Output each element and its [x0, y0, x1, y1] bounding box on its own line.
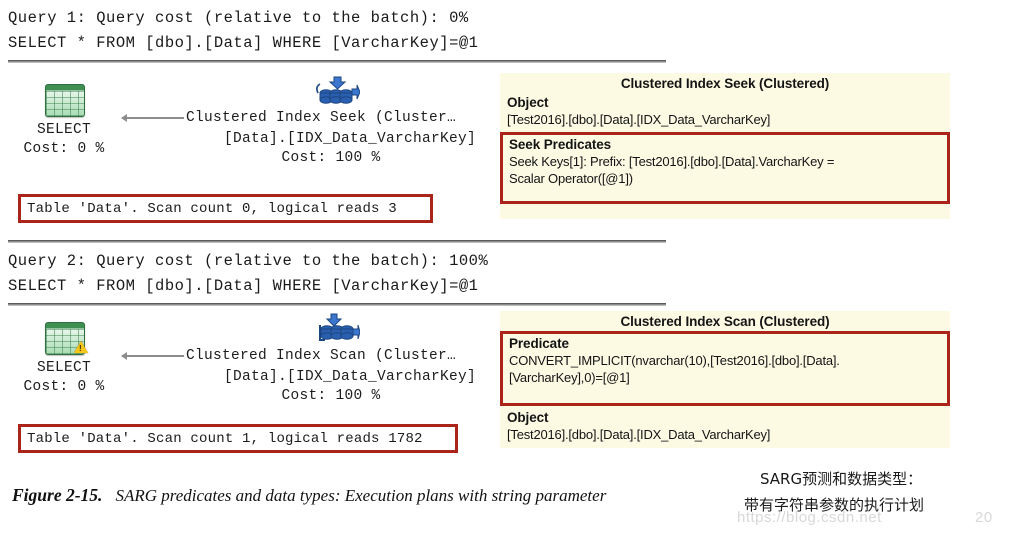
query2-divider-top — [8, 240, 666, 243]
plan1-stats-box: Table 'Data'. Scan count 0, logical read… — [18, 194, 433, 223]
plan2-tooltip-predicate-line2: [VarcharKey],0)=[@1] — [509, 370, 630, 385]
query2-header-line1: Query 2: Query cost (relative to the bat… — [8, 252, 489, 270]
plan1-tooltip-object-heading: Object — [507, 95, 549, 110]
clustered-index-scan-icon — [314, 313, 361, 347]
plan2-select-cost: Cost: 0 % — [23, 379, 105, 395]
annotation-line1: SARG预测和数据类型： — [760, 470, 923, 488]
plan1-tooltip-title: Clustered Index Seek (Clustered) — [620, 76, 830, 91]
plan2-stats-box: Table 'Data'. Scan count 1, logical read… — [18, 424, 458, 453]
plan2-tooltip-object-heading: Object — [507, 410, 549, 425]
query2-divider-bottom — [8, 303, 666, 306]
plan1-tooltip-seek-heading: Seek Predicates — [509, 137, 612, 152]
plan2-tooltip: Clustered Index Scan (Clustered) Predica… — [500, 311, 950, 448]
query1-header-line1: Query 1: Query cost (relative to the bat… — [8, 9, 469, 27]
query2-header-line2: SELECT * FROM [dbo].[Data] WHERE [Varcha… — [8, 277, 479, 295]
plan2-operator-label-line2: [Data].[IDX_Data_VarcharKey] — [223, 369, 476, 385]
plan1-tooltip-section-object: Object [Test2016].[dbo].[Data].[IDX_Data… — [500, 93, 950, 130]
plan1-stats-text: Table 'Data'. Scan count 0, logical read… — [27, 200, 397, 217]
plan1-tooltip-seek-line1: Seek Keys[1]: Prefix: [Test2016].[dbo].[… — [509, 154, 835, 169]
watermark-suffix: 20 — [975, 509, 993, 526]
plan2-tooltip-predicate-line1: CONVERT_IMPLICIT(nvarchar(10),[Test2016]… — [509, 353, 840, 368]
plan2-tooltip-title: Clustered Index Scan (Clustered) — [620, 314, 830, 329]
select-icon-grid — [46, 91, 84, 116]
plan2-operator-label-line1: Clustered Index Scan (Cluster… — [186, 348, 457, 364]
plan1-operator-label-line2: [Data].[IDX_Data_VarcharKey] — [223, 131, 476, 147]
figure-caption-text: SARG predicates and data types: Executio… — [115, 486, 607, 505]
clustered-index-seek-icon — [314, 75, 361, 109]
plan2-operator-cost: Cost: 100 % — [281, 388, 381, 404]
plan1-tooltip-object-value: [Test2016].[dbo].[Data].[IDX_Data_Varcha… — [507, 112, 771, 127]
figure-caption: Figure 2-15. SARG predicates and data ty… — [12, 485, 606, 506]
plan2-select-label: SELECT — [36, 360, 91, 376]
query1-divider — [8, 60, 666, 63]
plan1-tooltip-section-seek-predicates: Seek Predicates Seek Keys[1]: Prefix: [T… — [500, 132, 950, 204]
figure-canvas: Query 1: Query cost (relative to the bat… — [0, 0, 1009, 535]
plan1-tooltip: Clustered Index Seek (Clustered) Object … — [500, 73, 950, 219]
select-result-icon — [45, 84, 85, 117]
plan1-connector-arrow — [121, 114, 184, 122]
plan1-select-label: SELECT — [36, 122, 91, 138]
plan2-connector-arrow — [121, 352, 184, 360]
plan1-operator-label-line1: Clustered Index Seek (Cluster… — [186, 110, 457, 126]
plan2-tooltip-object-value: [Test2016].[dbo].[Data].[IDX_Data_Varcha… — [507, 427, 771, 442]
plan2-tooltip-section-predicate: Predicate CONVERT_IMPLICIT(nvarchar(10),… — [500, 331, 950, 406]
figure-caption-number: Figure 2-15. — [12, 485, 103, 505]
query1-header-line2: SELECT * FROM [dbo].[Data] WHERE [Varcha… — [8, 34, 479, 52]
plan2-tooltip-section-object: Object [Test2016].[dbo].[Data].[IDX_Data… — [500, 406, 950, 445]
plan2-tooltip-predicate-heading: Predicate — [509, 336, 569, 351]
watermark-url: https://blog.csdn.net — [737, 509, 882, 526]
plan2-stats-text: Table 'Data'. Scan count 1, logical read… — [27, 430, 423, 447]
plan1-operator-cost: Cost: 100 % — [281, 150, 381, 166]
warning-icon — [74, 341, 88, 353]
plan1-select-cost: Cost: 0 % — [23, 141, 105, 157]
plan1-tooltip-seek-line2: Scalar Operator([@1]) — [509, 171, 633, 186]
